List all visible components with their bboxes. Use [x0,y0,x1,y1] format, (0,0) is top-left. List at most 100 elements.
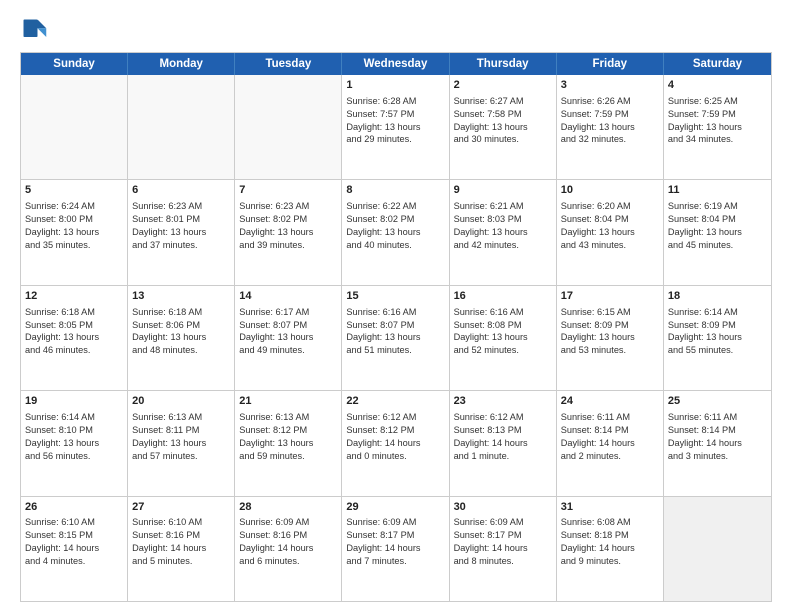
logo [20,16,52,44]
day-number: 25 [668,394,767,409]
calendar-cell: 23Sunrise: 6:12 AMSunset: 8:13 PMDayligh… [450,391,557,495]
cell-details: Sunrise: 6:23 AMSunset: 8:02 PMDaylight:… [239,200,337,252]
day-number: 21 [239,394,337,409]
cell-details: Sunrise: 6:22 AMSunset: 8:02 PMDaylight:… [346,200,444,252]
day-number: 30 [454,500,552,515]
weekday-header-friday: Friday [557,53,664,75]
day-number: 26 [25,500,123,515]
calendar-cell: 1Sunrise: 6:28 AMSunset: 7:57 PMDaylight… [342,75,449,179]
calendar-cell: 26Sunrise: 6:10 AMSunset: 8:15 PMDayligh… [21,497,128,601]
day-number: 6 [132,183,230,198]
cell-details: Sunrise: 6:25 AMSunset: 7:59 PMDaylight:… [668,95,767,147]
cell-details: Sunrise: 6:10 AMSunset: 8:16 PMDaylight:… [132,516,230,568]
calendar-cell: 27Sunrise: 6:10 AMSunset: 8:16 PMDayligh… [128,497,235,601]
day-number: 29 [346,500,444,515]
cell-details: Sunrise: 6:09 AMSunset: 8:17 PMDaylight:… [346,516,444,568]
day-number: 19 [25,394,123,409]
day-number: 9 [454,183,552,198]
calendar-cell [235,75,342,179]
calendar-cell: 12Sunrise: 6:18 AMSunset: 8:05 PMDayligh… [21,286,128,390]
calendar-cell: 14 Sunrise: 6:17 AMSunset: 8:07 PMDayligh… [235,286,342,390]
calendar-cell: 19 Sunrise: 6:14 AMSunset: 8:10 PMDayligh… [21,391,128,495]
day-number: 7 [239,183,337,198]
cell-details: Sunrise: 6:14 AMSunset: 8:09 PMDaylight:… [668,306,767,358]
calendar-cell: 20Sunrise: 6:13 AMSunset: 8:11 PMDayligh… [128,391,235,495]
cell-details: Sunrise: 6:10 AMSunset: 8:15 PMDaylight:… [25,516,123,568]
cell-details: Sunrise: 6:20 AMSunset: 8:04 PMDaylight:… [561,200,659,252]
day-number: 10 [561,183,659,198]
calendar-cell [21,75,128,179]
calendar-header: SundayMondayTuesdayWednesdayThursdayFrid… [21,53,771,75]
day-number: 23 [454,394,552,409]
day-number: 8 [346,183,444,198]
calendar-cell: 25 Sunrise: 6:11 AMSunset: 8:14 PMDayligh… [664,391,771,495]
cell-details: Sunrise: 6:18 AMSunset: 8:06 PMDaylight:… [132,306,230,358]
day-number: 16 [454,289,552,304]
calendar-cell: 13 Sunrise: 6:18 AMSunset: 8:06 PMDayligh… [128,286,235,390]
calendar-cell: 22 Sunrise: 6:12 AMSunset: 8:12 PMDayligh… [342,391,449,495]
day-number: 13 [132,289,230,304]
cell-details: Sunrise: 6:27 AMSunset: 7:58 PMDaylight:… [454,95,552,147]
cell-details: Sunrise: 6:17 AMSunset: 8:07 PMDaylight:… [239,306,337,358]
calendar-cell: 24Sunrise: 6:11 AMSunset: 8:14 PMDayligh… [557,391,664,495]
cell-details: Sunrise: 6:16 AMSunset: 8:08 PMDaylight:… [454,306,552,358]
day-number: 11 [668,183,767,198]
cell-details: Sunrise: 6:14 AMSunset: 8:10 PMDaylight:… [25,411,123,463]
calendar-body: 1Sunrise: 6:28 AMSunset: 7:57 PMDaylight… [21,75,771,601]
cell-details: Sunrise: 6:21 AMSunset: 8:03 PMDaylight:… [454,200,552,252]
calendar-cell: 15 Sunrise: 6:16 AMSunset: 8:07 PMDayligh… [342,286,449,390]
calendar-cell: 21 Sunrise: 6:13 AMSunset: 8:12 PMDayligh… [235,391,342,495]
day-number: 15 [346,289,444,304]
cell-details: Sunrise: 6:12 AMSunset: 8:12 PMDaylight:… [346,411,444,463]
day-number: 22 [346,394,444,409]
day-number: 27 [132,500,230,515]
page: SundayMondayTuesdayWednesdayThursdayFrid… [0,0,792,612]
cell-details: Sunrise: 6:23 AMSunset: 8:01 PMDaylight:… [132,200,230,252]
day-number: 14 [239,289,337,304]
calendar-cell: 28Sunrise: 6:09 AMSunset: 8:16 PMDayligh… [235,497,342,601]
weekday-header-saturday: Saturday [664,53,771,75]
cell-details: Sunrise: 6:11 AMSunset: 8:14 PMDaylight:… [561,411,659,463]
header [20,16,772,44]
calendar-cell: 4 Sunrise: 6:25 AMSunset: 7:59 PMDaylight… [664,75,771,179]
calendar-row-1: 5 Sunrise: 6:24 AMSunset: 8:00 PMDaylight… [21,180,771,285]
calendar-cell: 16 Sunrise: 6:16 AMSunset: 8:08 PMDayligh… [450,286,557,390]
day-number: 20 [132,394,230,409]
calendar-cell [128,75,235,179]
cell-details: Sunrise: 6:19 AMSunset: 8:04 PMDaylight:… [668,200,767,252]
calendar-row-3: 19 Sunrise: 6:14 AMSunset: 8:10 PMDayligh… [21,391,771,496]
calendar-cell: 3Sunrise: 6:26 AMSunset: 7:59 PMDaylight… [557,75,664,179]
calendar-cell: 8 Sunrise: 6:22 AMSunset: 8:02 PMDaylight… [342,180,449,284]
weekday-header-tuesday: Tuesday [235,53,342,75]
calendar-cell: 31Sunrise: 6:08 AMSunset: 8:18 PMDayligh… [557,497,664,601]
day-number: 28 [239,500,337,515]
calendar-cell: 30Sunrise: 6:09 AMSunset: 8:17 PMDayligh… [450,497,557,601]
day-number: 18 [668,289,767,304]
calendar: SundayMondayTuesdayWednesdayThursdayFrid… [20,52,772,602]
cell-details: Sunrise: 6:13 AMSunset: 8:12 PMDaylight:… [239,411,337,463]
weekday-header-sunday: Sunday [21,53,128,75]
calendar-cell: 6 Sunrise: 6:23 AMSunset: 8:01 PMDaylight… [128,180,235,284]
calendar-cell [664,497,771,601]
cell-details: Sunrise: 6:24 AMSunset: 8:00 PMDaylight:… [25,200,123,252]
calendar-cell: 7 Sunrise: 6:23 AMSunset: 8:02 PMDaylight… [235,180,342,284]
cell-details: Sunrise: 6:11 AMSunset: 8:14 PMDaylight:… [668,411,767,463]
logo-icon [20,16,48,44]
weekday-header-monday: Monday [128,53,235,75]
calendar-cell: 5 Sunrise: 6:24 AMSunset: 8:00 PMDaylight… [21,180,128,284]
day-number: 5 [25,183,123,198]
calendar-cell: 18 Sunrise: 6:14 AMSunset: 8:09 PMDayligh… [664,286,771,390]
cell-details: Sunrise: 6:09 AMSunset: 8:17 PMDaylight:… [454,516,552,568]
day-number: 2 [454,78,552,93]
day-number: 4 [668,78,767,93]
calendar-cell: 2 Sunrise: 6:27 AMSunset: 7:58 PMDaylight… [450,75,557,179]
calendar-cell: 29Sunrise: 6:09 AMSunset: 8:17 PMDayligh… [342,497,449,601]
calendar-row-2: 12Sunrise: 6:18 AMSunset: 8:05 PMDayligh… [21,286,771,391]
day-number: 17 [561,289,659,304]
cell-details: Sunrise: 6:08 AMSunset: 8:18 PMDaylight:… [561,516,659,568]
cell-details: Sunrise: 6:28 AMSunset: 7:57 PMDaylight:… [346,95,444,147]
cell-details: Sunrise: 6:26 AMSunset: 7:59 PMDaylight:… [561,95,659,147]
cell-details: Sunrise: 6:16 AMSunset: 8:07 PMDaylight:… [346,306,444,358]
cell-details: Sunrise: 6:15 AMSunset: 8:09 PMDaylight:… [561,306,659,358]
cell-details: Sunrise: 6:09 AMSunset: 8:16 PMDaylight:… [239,516,337,568]
